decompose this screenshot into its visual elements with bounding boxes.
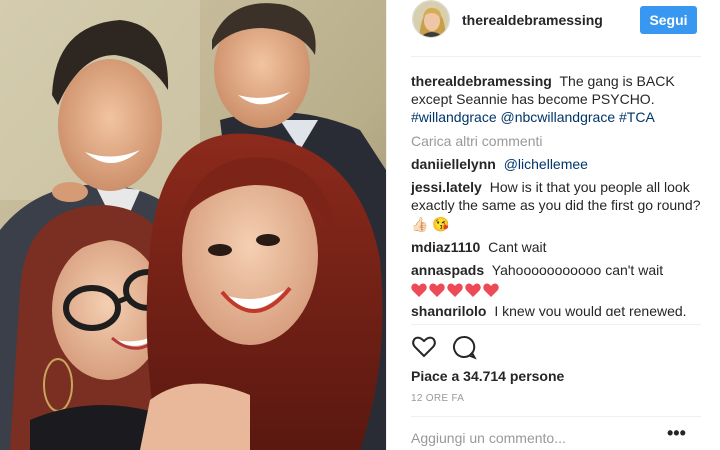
footer-divider	[411, 416, 701, 417]
list-item: mdiaz1110 Cant wait	[411, 238, 701, 256]
comment-mention[interactable]: @lichellemee	[504, 156, 588, 172]
caption-username[interactable]: therealdebramessing	[411, 73, 552, 89]
comment-username[interactable]: daniiellelynn	[411, 156, 496, 172]
list-item: shangrilolo I knew you would get renewed…	[411, 302, 701, 316]
hashtag-willandgrace[interactable]: #willandgrace	[411, 109, 497, 125]
comment-username[interactable]: shangrilolo	[411, 303, 486, 316]
likes-count[interactable]: Piace a 34.714 persone	[411, 368, 564, 384]
follow-button[interactable]: Segui	[640, 6, 697, 34]
header-divider	[411, 56, 701, 57]
post-actions	[411, 334, 477, 360]
heart-outline-icon[interactable]	[411, 334, 437, 360]
red-heart-icon	[483, 283, 499, 297]
mention-nbcwillandgrace[interactable]: @nbcwillandgrace	[501, 109, 616, 125]
avatar-image	[413, 1, 449, 37]
header-username[interactable]: therealdebramessing	[462, 12, 603, 28]
comment-username[interactable]: mdiaz1110	[411, 239, 480, 255]
post-photo[interactable]	[0, 0, 386, 450]
comment-text: I knew you would get renewed.	[494, 303, 687, 317]
load-more-comments-link[interactable]: Carica altri commenti	[411, 132, 701, 150]
list-item: daniiellelynn @lichellemee	[411, 155, 701, 173]
comments-list: therealdebramessing The gang is BACK exc…	[411, 72, 701, 321]
list-item: annaspads Yahooooooooooo can't wait	[411, 261, 701, 297]
caption: therealdebramessing The gang is BACK exc…	[411, 72, 701, 126]
list-item: jessi.lately How is it that you people a…	[411, 178, 701, 233]
instagram-post: therealdebramessing Segui therealdebrame…	[0, 0, 720, 450]
red-heart-icon	[465, 283, 481, 297]
post-header: therealdebramessing Segui	[387, 0, 720, 40]
red-heart-icon	[447, 283, 463, 297]
post-side-panel: therealdebramessing Segui therealdebrame…	[386, 0, 720, 450]
post-timestamp: 12 ORE FA	[411, 393, 465, 404]
emoji-thumbs-kiss: 👍🏻 😘	[411, 216, 450, 233]
red-heart-icon	[411, 283, 427, 297]
comment-text: Cant wait	[488, 239, 547, 256]
comment-bubble-icon[interactable]	[451, 334, 477, 360]
avatar[interactable]	[412, 0, 450, 38]
group-selfie-image	[0, 0, 386, 450]
comments-divider	[411, 324, 701, 325]
comment-username[interactable]: jessi.lately	[411, 179, 482, 195]
red-heart-icon	[429, 283, 445, 297]
ellipsis-icon[interactable]: •••	[667, 424, 686, 446]
comment-username[interactable]: annaspads	[411, 262, 484, 278]
hashtag-tca[interactable]: #TCA	[619, 109, 655, 125]
comment-text: Yahooooooooooo can't wait	[491, 262, 664, 279]
add-comment-input[interactable]	[411, 430, 651, 446]
hearts-row	[411, 283, 499, 297]
